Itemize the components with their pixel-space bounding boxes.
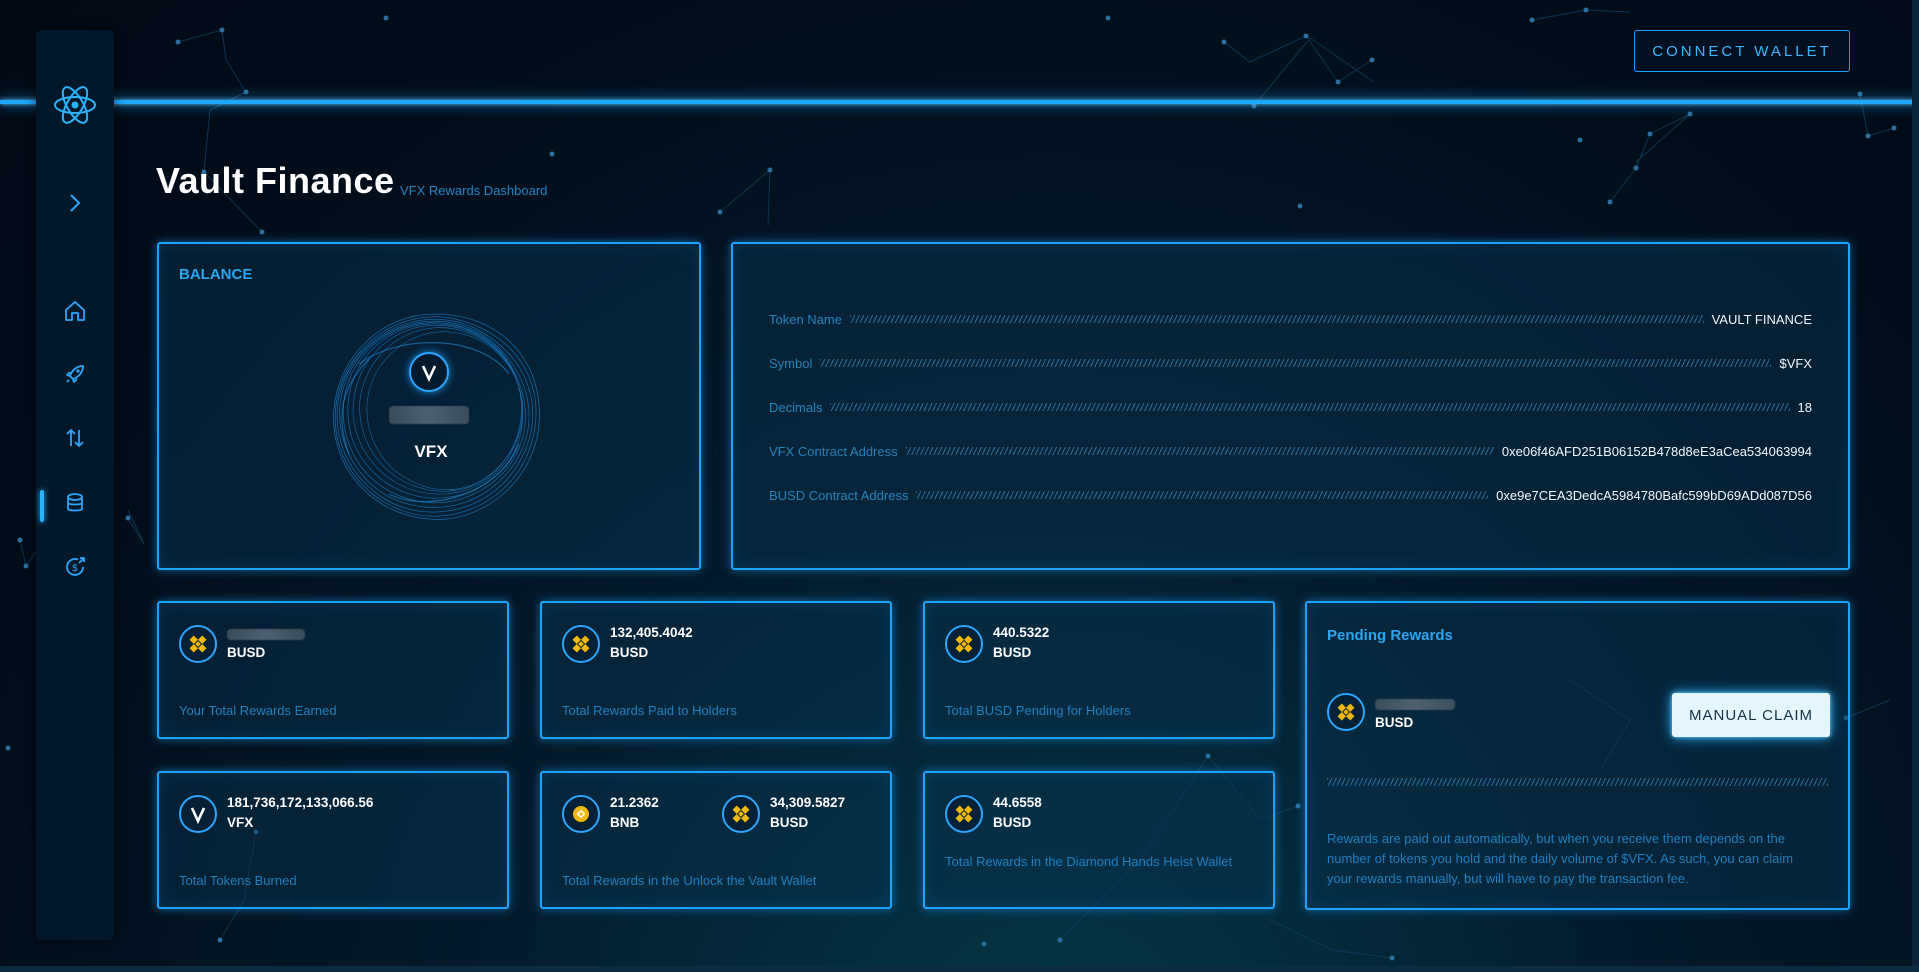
connect-wallet-button[interactable]: CONNECT WALLET bbox=[1634, 30, 1850, 72]
busd-coin-icon bbox=[945, 625, 983, 663]
pending-note: Rewards are paid out automatically, but … bbox=[1327, 831, 1794, 886]
coins-stack-icon bbox=[63, 491, 87, 519]
busd-coin-icon bbox=[179, 625, 217, 663]
vfx-coin-icon bbox=[179, 795, 217, 833]
stat-unlock-vault: 21.2362 BNB 34,309.5827 BUSD Total Rewar… bbox=[540, 771, 892, 909]
info-row-decimals: Decimals 18 bbox=[769, 399, 1812, 415]
balance-token: VFX bbox=[414, 442, 448, 461]
pending-rewards-card: Pending Rewards BUSD MANUAL CLAIM Reward… bbox=[1305, 601, 1850, 910]
bnb-coin-icon bbox=[562, 795, 600, 833]
busd-coin-icon bbox=[562, 625, 600, 663]
stat-paid-to-holders: 132,405.4042 BUSD Total Rewards Paid to … bbox=[540, 601, 892, 739]
pending-amount-hidden bbox=[1375, 699, 1455, 710]
stat-tokens-burned: 181,736,172,133,066.56 VFX Total Tokens … bbox=[157, 771, 509, 909]
sidebar-item-swap[interactable] bbox=[55, 420, 95, 460]
info-row-symbol: Symbol $VFX bbox=[769, 355, 1812, 371]
busd-coin-icon bbox=[945, 795, 983, 833]
info-row-token-name: Token Name VAULT FINANCE bbox=[769, 311, 1812, 327]
sidebar-expand-button[interactable] bbox=[55, 185, 95, 225]
info-row-busd-contract: BUSD Contract Address 0xe9e7CEA3DedcA598… bbox=[769, 487, 1812, 503]
balance-label: BALANCE bbox=[179, 266, 253, 283]
svg-text:$: $ bbox=[72, 563, 78, 574]
stat-your-rewards: BUSD Your Total Rewards Earned bbox=[157, 601, 509, 739]
your-rewards-hidden bbox=[227, 629, 305, 640]
rocket-icon bbox=[63, 362, 87, 390]
sidebar-active-indicator bbox=[40, 490, 44, 522]
busd-coin-icon bbox=[722, 795, 760, 833]
horizontal-scrollbar[interactable] bbox=[0, 966, 1919, 972]
dollar-cycle-icon: $ bbox=[63, 555, 87, 583]
token-info-card: Token Name VAULT FINANCE Symbol $VFX Dec… bbox=[731, 242, 1850, 570]
atom-logo-icon[interactable] bbox=[52, 82, 98, 128]
stat-pending-for-holders: 440.5322 BUSD Total BUSD Pending for Hol… bbox=[923, 601, 1275, 739]
vfx-coin-icon bbox=[409, 352, 449, 392]
home-icon bbox=[63, 299, 87, 327]
pending-title: Pending Rewards bbox=[1327, 627, 1453, 644]
swap-arrows-icon bbox=[63, 426, 87, 454]
info-row-vfx-contract: VFX Contract Address 0xe06f46AFD251B0615… bbox=[769, 443, 1812, 459]
sidebar-item-dividends[interactable]: $ bbox=[55, 549, 95, 589]
chevron-right-icon bbox=[65, 192, 85, 218]
page-subtitle: VFX Rewards Dashboard bbox=[400, 183, 548, 198]
balance-card: BALANCE VFX bbox=[157, 242, 701, 570]
sidebar-item-launch[interactable] bbox=[55, 356, 95, 396]
page-title: Vault Finance bbox=[156, 160, 395, 201]
top-glow-line bbox=[0, 100, 1919, 104]
stat-diamond-hands: 44.6558 BUSD Total Rewards in the Diamon… bbox=[923, 771, 1275, 909]
pending-unit: BUSD bbox=[1375, 715, 1414, 730]
pending-divider bbox=[1327, 778, 1828, 786]
manual-claim-button[interactable]: MANUAL CLAIM bbox=[1672, 693, 1830, 737]
vertical-scrollbar[interactable] bbox=[1912, 0, 1919, 972]
busd-coin-icon bbox=[1327, 693, 1365, 731]
balance-amount-hidden bbox=[389, 406, 469, 424]
sidebar-item-rewards[interactable] bbox=[55, 485, 95, 525]
sidebar-item-home[interactable] bbox=[55, 293, 95, 333]
